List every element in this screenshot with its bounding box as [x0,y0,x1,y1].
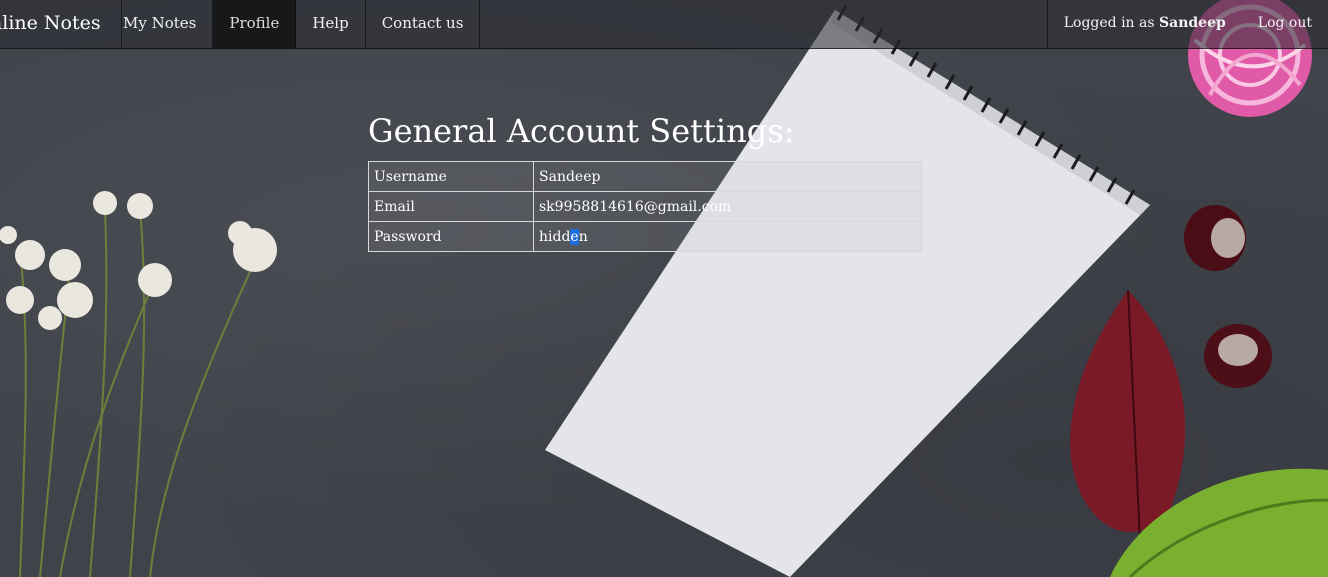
username-value[interactable]: Sandeep [533,161,922,192]
background-illustration [0,0,1328,577]
table-row[interactable]: Username Sandeep [368,161,922,192]
nav-help[interactable]: Help [296,0,366,48]
nav-my-notes[interactable]: My Notes [107,0,214,48]
chestnut-illustration [1184,205,1272,388]
table-row[interactable]: Password hidden [368,221,922,252]
nav-links: My Notes Profile Help Contact us [107,0,481,48]
background-image [0,0,1328,577]
password-value-part: hidd [539,228,571,245]
password-value-part: n [578,228,588,245]
nav-profile[interactable]: Profile [213,0,297,48]
red-leaf-illustration [1070,289,1186,541]
nav-contact-us[interactable]: Contact us [366,0,481,48]
page-title: General Account Settings: [368,112,795,150]
logged-in-prefix: Logged in as [1063,15,1160,31]
logged-in-username: Sandeep [1159,15,1226,31]
table-row[interactable]: Email sk9958814616@gmail.com [368,191,922,222]
nav-right: Logged in as Sandeep Log out [1046,0,1328,48]
username-label: Username [368,161,534,192]
email-value[interactable]: sk9958814616@gmail.com [533,191,922,222]
account-settings-table: Username Sandeep Email sk9958814616@gmai… [368,161,922,252]
password-label: Password [368,221,534,252]
email-label: Email [368,191,534,222]
logged-in-status: Logged in as Sandeep [1048,0,1242,48]
top-navbar: nline Notes My Notes Profile Help Contac… [0,0,1328,49]
logout-link[interactable]: Log out [1242,0,1328,48]
notebook-illustration [545,5,1150,577]
password-value[interactable]: hidden [533,221,922,252]
text-selection-highlight: e [570,228,579,245]
brand-logo[interactable]: nline Notes [0,0,122,48]
flower-illustration [0,191,277,577]
